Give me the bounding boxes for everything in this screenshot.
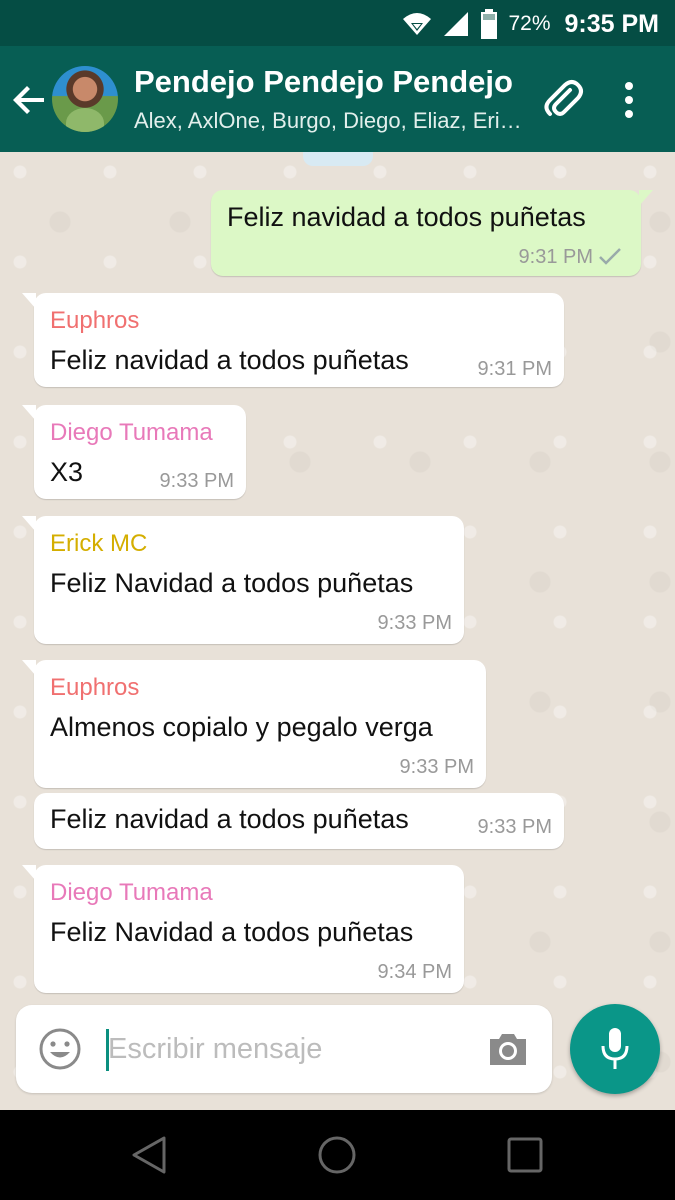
message-time: 9:33 PM bbox=[399, 756, 474, 778]
paperclip-icon[interactable] bbox=[540, 76, 586, 122]
mic-button[interactable] bbox=[570, 1004, 660, 1094]
status-icons: 72% 9:35 PM bbox=[402, 8, 659, 40]
group-avatar[interactable] bbox=[52, 66, 118, 132]
message-text: Feliz navidad a todos puñetas bbox=[50, 804, 409, 834]
message-time: 9:33 PM bbox=[377, 612, 452, 634]
signal-icon bbox=[444, 12, 469, 36]
message-input[interactable] bbox=[108, 1023, 468, 1075]
nav-back-icon[interactable] bbox=[128, 1134, 170, 1176]
chat-title[interactable]: Pendejo Pendejo Pendejo bbox=[134, 64, 524, 100]
emoji-icon[interactable] bbox=[38, 1027, 82, 1071]
chat-participants[interactable]: Alex, AxlOne, Burgo, Diego, Eliaz, Erick… bbox=[134, 108, 524, 134]
message-sender: Erick MC bbox=[50, 530, 148, 557]
message-time: 9:33 PM bbox=[477, 816, 552, 838]
message-bubble-outgoing[interactable]: Feliz navidad a todos puñetas 9:31 PM bbox=[211, 190, 653, 276]
message-bubble-incoming[interactable]: Feliz navidad a todos puñetas 9:33 PM bbox=[34, 793, 564, 849]
message-time: 9:33 PM bbox=[159, 470, 234, 492]
partial-message-bubble bbox=[303, 152, 373, 166]
status-time: 9:35 PM bbox=[564, 9, 659, 38]
status-bar: 72% 9:35 PM bbox=[0, 0, 675, 46]
message-bubble-incoming[interactable]: Euphros Feliz navidad a todos puñetas 9:… bbox=[22, 293, 564, 387]
message-sender: Euphros bbox=[50, 307, 140, 334]
message-time: 9:34 PM bbox=[377, 961, 452, 983]
message-time: 9:31 PM bbox=[518, 246, 593, 268]
message-bubble-incoming[interactable]: Erick MC Feliz Navidad a todos puñetas 9… bbox=[22, 516, 464, 644]
message-text: Feliz Navidad a todos puñetas bbox=[50, 917, 414, 947]
battery-icon bbox=[481, 9, 498, 39]
message-text: Feliz navidad a todos puñetas bbox=[227, 202, 586, 232]
camera-icon[interactable] bbox=[486, 1029, 530, 1069]
back-arrow-icon[interactable] bbox=[10, 80, 50, 120]
system-nav-bar bbox=[0, 1110, 675, 1200]
message-text: Almenos copialo y pegalo verga bbox=[50, 712, 433, 742]
nav-home-icon[interactable] bbox=[316, 1134, 358, 1176]
message-time: 9:31 PM bbox=[477, 358, 552, 380]
chat-area[interactable]: Feliz navidad a todos puñetas 9:31 PM Eu… bbox=[0, 152, 675, 1110]
message-text: Feliz navidad a todos puñetas bbox=[50, 345, 409, 375]
chat-header: Pendejo Pendejo Pendejo Alex, AxlOne, Bu… bbox=[0, 46, 675, 152]
wifi-icon bbox=[403, 13, 432, 35]
battery-percent: 72% bbox=[508, 12, 551, 35]
mic-icon bbox=[601, 1028, 629, 1069]
nav-recents-icon[interactable] bbox=[504, 1134, 546, 1176]
message-composer bbox=[16, 1005, 552, 1093]
message-text: Feliz Navidad a todos puñetas bbox=[50, 568, 414, 598]
message-bubble-incoming[interactable]: Euphros Almenos copialo y pegalo verga 9… bbox=[22, 660, 486, 788]
message-sender: Diego Tumama bbox=[50, 419, 213, 446]
message-sender: Euphros bbox=[50, 674, 140, 701]
more-vert-icon[interactable] bbox=[614, 80, 644, 120]
message-sender: Diego Tumama bbox=[50, 879, 213, 906]
message-text: X3 bbox=[50, 457, 84, 487]
sent-tick-icon bbox=[599, 248, 621, 265]
message-bubble-incoming[interactable]: Diego Tumama X3 9:33 PM bbox=[22, 405, 246, 499]
message-bubble-incoming[interactable]: Diego Tumama Feliz Navidad a todos puñet… bbox=[22, 865, 464, 993]
